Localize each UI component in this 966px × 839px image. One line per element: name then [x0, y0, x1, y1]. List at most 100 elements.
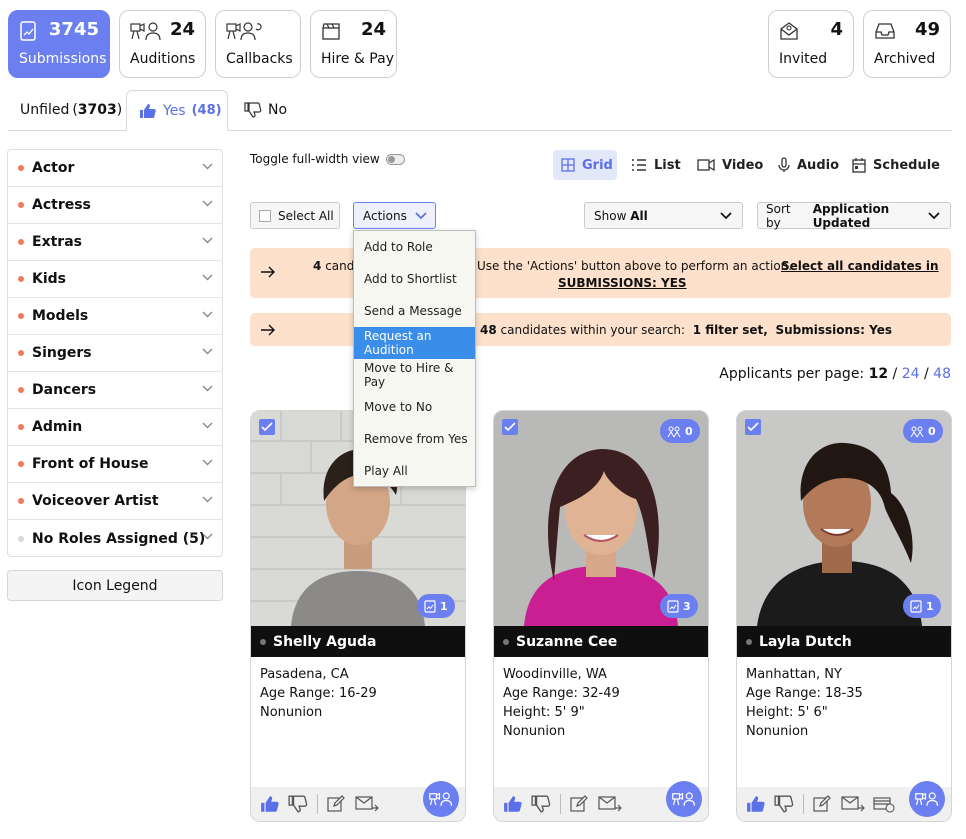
chevron-down-icon[interactable] [202, 348, 213, 355]
selection-text-b: Use the 'Actions' button above to perfor… [477, 259, 793, 273]
candidate-name-bar[interactable]: Layla Dutch [737, 626, 951, 657]
menu-send-message[interactable]: Send a Message [354, 295, 475, 327]
per-page-24[interactable]: 24 [902, 366, 920, 382]
audition-badge: 0 [660, 419, 700, 443]
candidate-card[interactable]: 0 3 Suzanne Cee Woodinville, WA Age Rang… [493, 410, 709, 822]
sort-select[interactable]: Sort by Application Updated [757, 201, 951, 230]
select-all-checkbox[interactable] [259, 209, 271, 222]
thumbs-up-icon[interactable] [503, 795, 523, 813]
payment-icon[interactable] [873, 795, 895, 813]
thumbs-down-icon[interactable] [774, 795, 794, 813]
candidate-name-bar[interactable]: Suzanne Cee [494, 626, 708, 657]
sidebar-item[interactable]: No Roles Assigned (5) [8, 520, 223, 557]
status-dot [18, 387, 24, 393]
chevron-down-icon[interactable] [202, 200, 213, 207]
submission-icon [910, 599, 922, 613]
arrow-right-icon [260, 324, 276, 336]
sidebar-item-label: Extras [32, 234, 82, 250]
candidate-checkbox[interactable] [502, 419, 518, 435]
send-message-icon[interactable] [598, 796, 622, 812]
sidebar-item[interactable]: Extras [8, 224, 223, 261]
thumbs-up-icon[interactable] [746, 795, 766, 813]
thumbs-up-icon[interactable] [260, 795, 280, 813]
submissions-filter: Submissions: Yes [775, 323, 893, 337]
actions-button[interactable]: Actions [353, 202, 436, 229]
audition-request-button[interactable] [909, 781, 945, 817]
tab-unfiled[interactable]: Unfiled (3703) [8, 90, 134, 130]
audition-icon [672, 790, 696, 808]
chevron-down-icon[interactable] [202, 311, 213, 318]
sidebar-item[interactable]: Admin [8, 409, 223, 446]
audition-request-button[interactable] [423, 781, 459, 817]
menu-request-audition[interactable]: Request an Audition [354, 327, 475, 359]
menu-move-to-hire-pay[interactable]: Move to Hire & Pay [354, 359, 475, 391]
sidebar-item[interactable]: Models [8, 298, 223, 335]
actions-menu: Add to Role Add to Shortlist Send a Mess… [353, 230, 476, 487]
thumbs-down-icon[interactable] [531, 795, 551, 813]
chevron-down-icon[interactable] [202, 496, 213, 503]
edit-note-icon[interactable] [813, 795, 831, 813]
candidate-card[interactable]: 0 1 Layla Dutch Manhattan, NY Age Range:… [736, 410, 952, 822]
status-dot [18, 165, 24, 171]
sidebar-item[interactable]: Actor [8, 150, 223, 187]
candidate-checkbox[interactable] [259, 419, 275, 435]
sidebar-item[interactable]: Singers [8, 335, 223, 372]
toggle-switch[interactable] [385, 153, 405, 165]
show-prefix: Show [594, 208, 627, 223]
tile-submissions[interactable]: 3745 Submissions [8, 10, 110, 78]
tab-no[interactable]: No [232, 90, 299, 130]
tile-callbacks[interactable]: Callbacks [215, 10, 301, 78]
chevron-down-icon[interactable] [202, 237, 213, 244]
edit-note-icon[interactable] [570, 795, 588, 813]
toggle-full-width[interactable]: Toggle full-width view [250, 152, 405, 166]
send-message-icon[interactable] [841, 796, 865, 812]
tab-yes[interactable]: Yes (48) [126, 90, 228, 131]
chevron-down-icon[interactable] [202, 163, 213, 170]
menu-move-to-no[interactable]: Move to No [354, 391, 475, 423]
sidebar-item[interactable]: Dancers [8, 372, 223, 409]
microphone-icon [778, 157, 790, 173]
submissions-yes-link[interactable]: SUBMISSIONS: YES [558, 276, 687, 290]
select-all-button[interactable]: Select All [250, 202, 340, 229]
candidate-checkbox[interactable] [745, 419, 761, 435]
edit-note-icon[interactable] [327, 795, 345, 813]
send-message-icon[interactable] [355, 796, 379, 812]
sidebar-item[interactable]: Voiceover Artist [8, 483, 223, 520]
menu-add-to-shortlist[interactable]: Add to Shortlist [354, 263, 475, 295]
clapperboard-icon [321, 21, 341, 41]
sidebar-item[interactable]: Front of House [8, 446, 223, 483]
candidate-location: Manhattan, NY [746, 667, 842, 682]
chevron-down-icon[interactable] [202, 422, 213, 429]
icon-legend-button[interactable]: Icon Legend [7, 570, 223, 601]
audition-request-button[interactable] [666, 781, 702, 817]
submission-icon [667, 599, 679, 613]
show-select[interactable]: Show All [584, 202, 743, 229]
chevron-down-icon[interactable] [202, 385, 213, 392]
view-grid-button[interactable]: Grid [553, 150, 617, 180]
chevron-down-icon[interactable] [202, 274, 213, 281]
sidebar-item[interactable]: Kids [8, 261, 223, 298]
thumbs-down-icon[interactable] [288, 795, 308, 813]
inbox-icon [874, 21, 896, 41]
view-audio-button[interactable]: Audio [770, 150, 847, 180]
submission-badge: 3 [660, 594, 698, 618]
per-page-12[interactable]: 12 [869, 366, 888, 382]
tile-hire-pay[interactable]: 24 Hire & Pay [310, 10, 397, 78]
tile-invited[interactable]: 4 Invited [768, 10, 854, 78]
view-schedule-button[interactable]: Schedule [844, 150, 948, 180]
auditions-icon [130, 21, 162, 41]
menu-remove-from-yes[interactable]: Remove from Yes [354, 423, 475, 455]
select-all-candidates-link[interactable]: Select all candidates in [781, 259, 939, 273]
sort-prefix: Sort by [766, 201, 791, 230]
view-video-button[interactable]: Video [689, 150, 771, 180]
candidate-name-bar[interactable]: Shelly Aguda [251, 626, 465, 657]
menu-play-all[interactable]: Play All [354, 455, 475, 487]
tile-archived[interactable]: 49 Archived [863, 10, 951, 78]
chevron-down-icon[interactable] [202, 459, 213, 466]
chevron-down-icon[interactable] [202, 533, 213, 540]
tile-auditions[interactable]: 24 Auditions [119, 10, 206, 78]
menu-add-to-role[interactable]: Add to Role [354, 231, 475, 263]
view-list-button[interactable]: List [623, 150, 689, 180]
per-page-48[interactable]: 48 [933, 366, 951, 382]
sidebar-item[interactable]: Actress [8, 187, 223, 224]
